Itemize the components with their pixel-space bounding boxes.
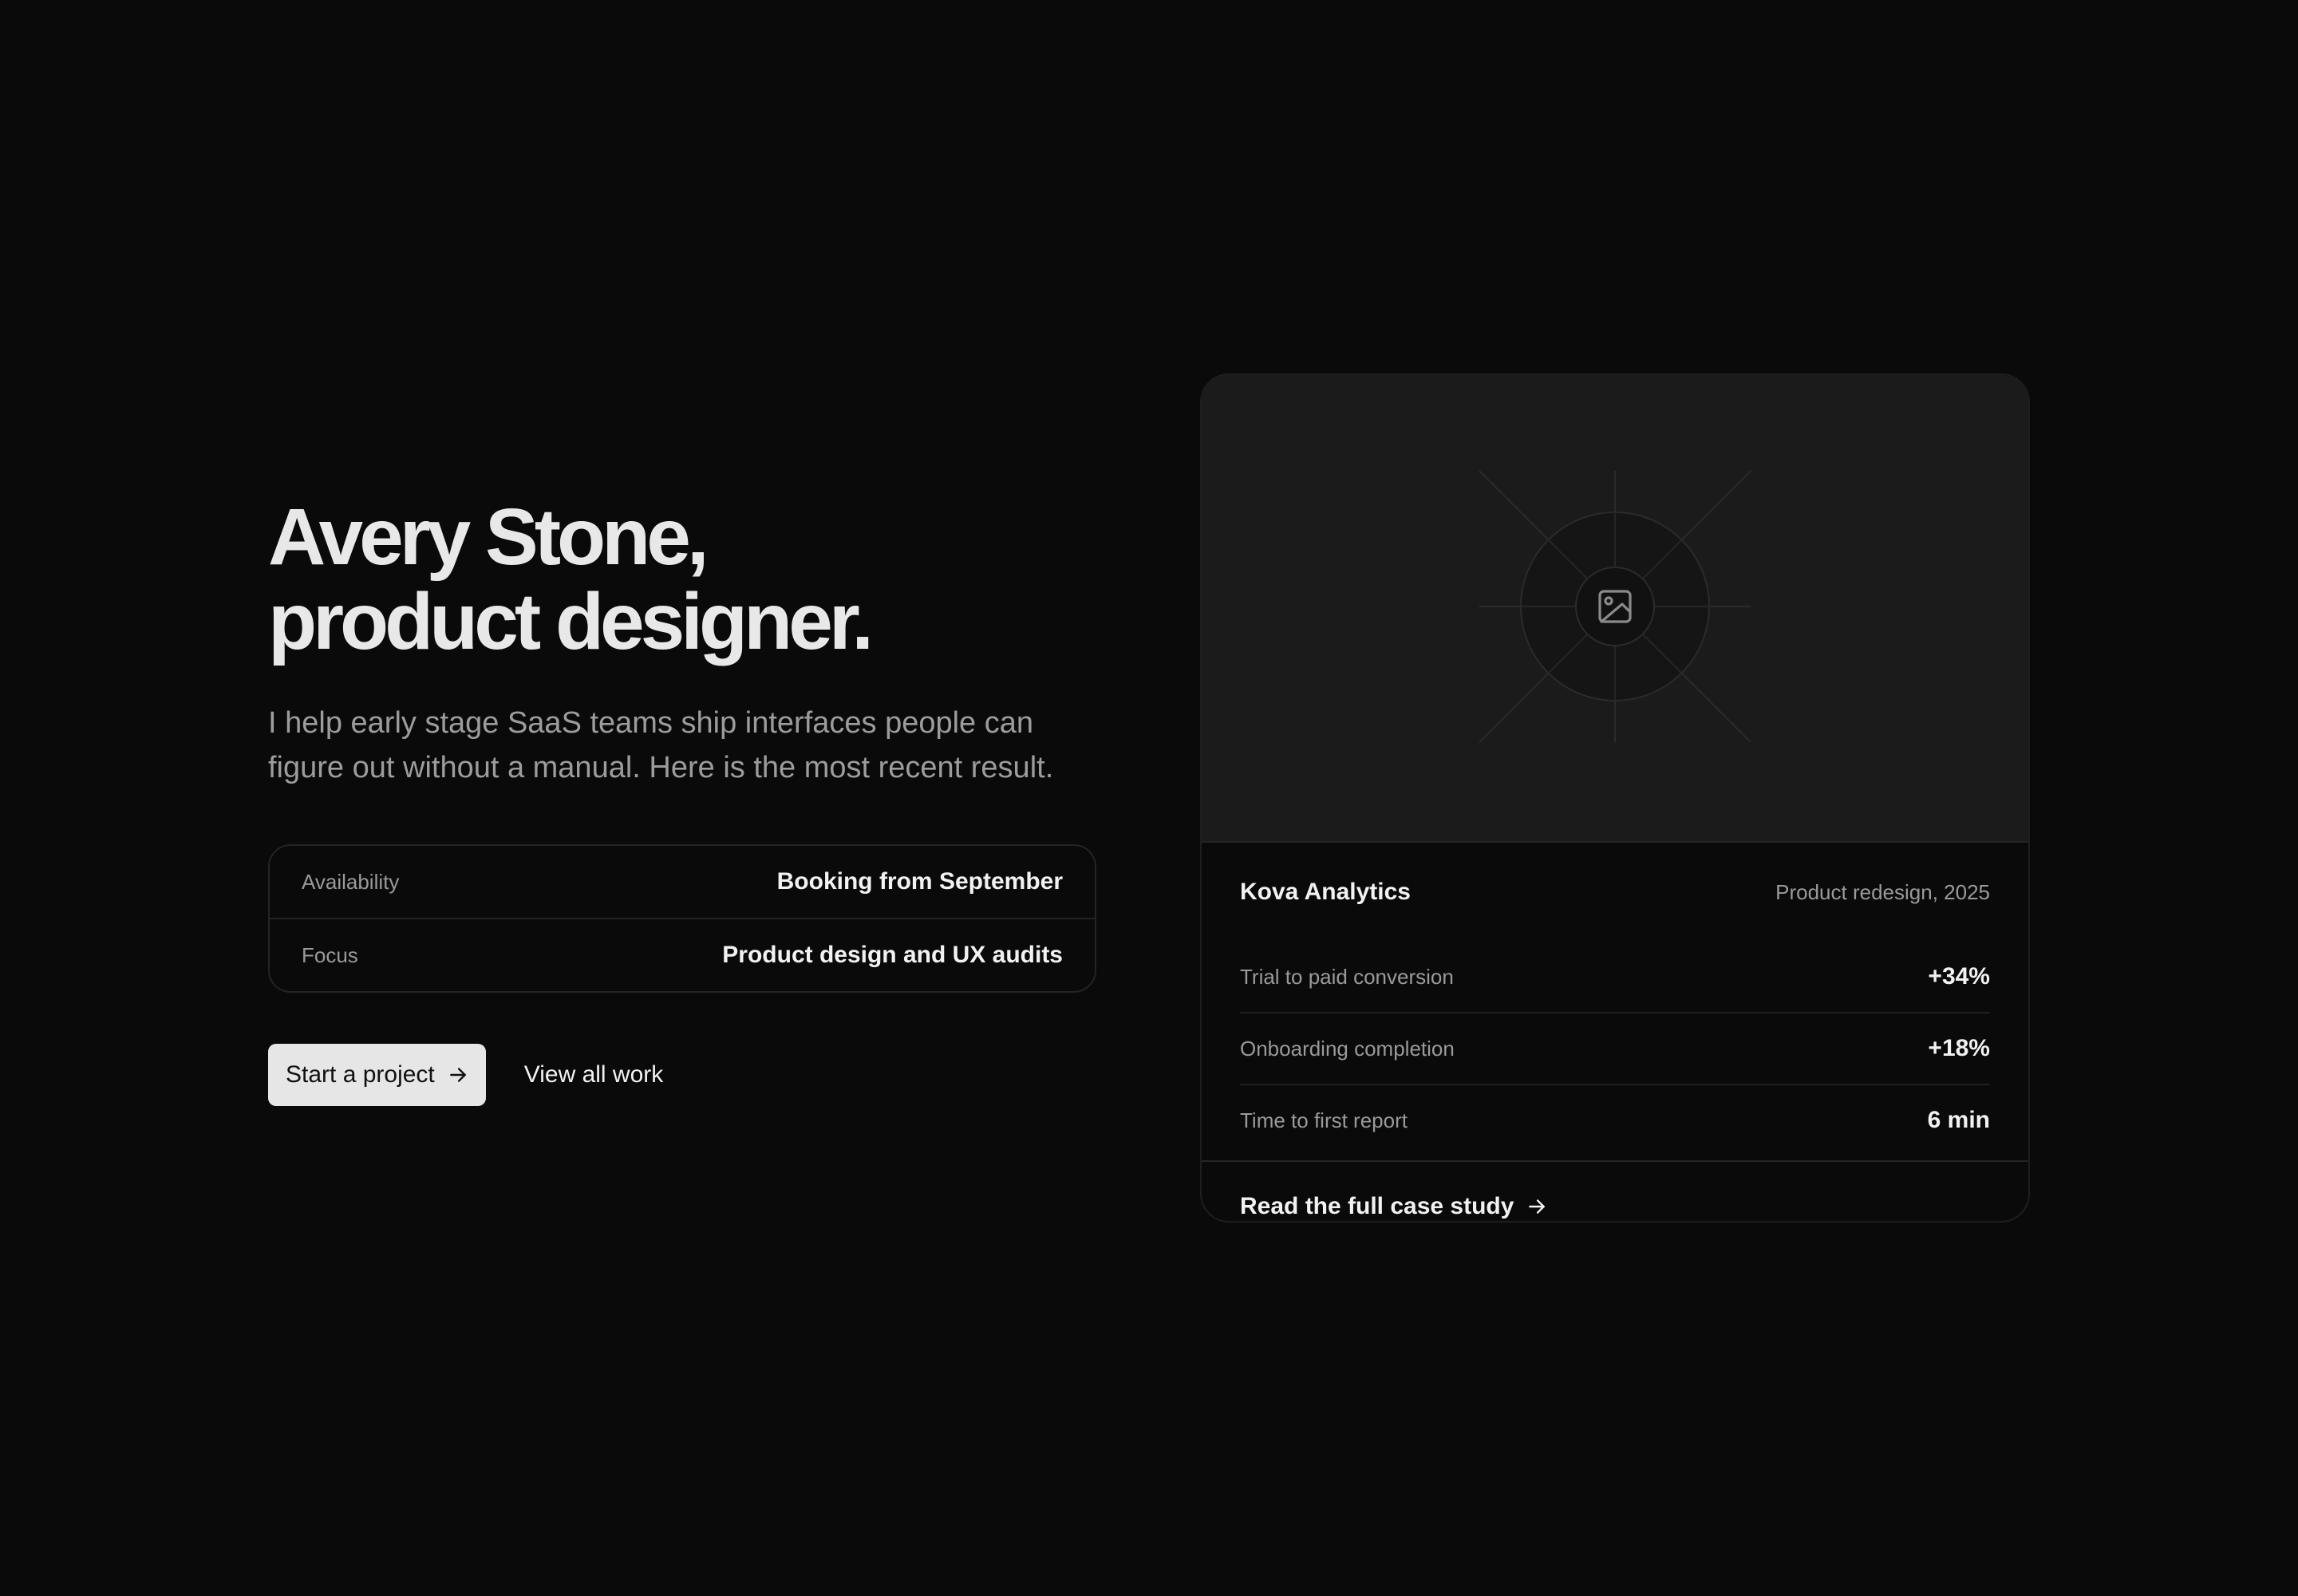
read-case-study-link[interactable]: Read the full case study — [1240, 1193, 1547, 1220]
metric-label: Trial to paid conversion — [1240, 964, 1454, 989]
metric-row: Trial to paid conversion +34% — [1240, 942, 1990, 1012]
fact-row-availability: Availability Booking from September — [270, 846, 1095, 918]
title-line-1: Avery Stone, — [268, 492, 709, 582]
page-title: Avery Stone, product designer. — [268, 495, 1098, 664]
hero-actions: Start a project View all work — [268, 1044, 1098, 1106]
case-study-details: Kova Analytics Product redesign, 2025 Tr… — [1202, 843, 2028, 1156]
title-line-2: product designer. — [268, 577, 874, 666]
arrow-right-icon — [448, 1065, 468, 1085]
case-study-header: Kova Analytics Product redesign, 2025 — [1240, 843, 1990, 942]
metric-row: Time to first report 6 min — [1240, 1084, 1990, 1156]
case-study-image-placeholder — [1202, 375, 2028, 843]
fact-value: Booking from September — [776, 868, 1063, 895]
project-meta: Product redesign, 2025 — [1775, 879, 1990, 904]
view-all-work-link[interactable]: View all work — [524, 1061, 664, 1088]
facts-table: Availability Booking from September Focu… — [268, 844, 1096, 993]
metric-value: +34% — [1928, 963, 1990, 990]
case-study-footer: Read the full case study — [1202, 1160, 2028, 1221]
arrow-right-icon — [1526, 1196, 1547, 1217]
placeholder-graphic — [1479, 470, 1751, 743]
start-project-button[interactable]: Start a project — [268, 1044, 486, 1106]
hero-section: Avery Stone, product designer. I help ea… — [268, 495, 1098, 1106]
metric-value: +18% — [1928, 1035, 1990, 1061]
fact-label: Focus — [302, 942, 358, 967]
metric-value: 6 min — [1927, 1107, 1990, 1133]
intro-text: I help early stage SaaS teams ship inter… — [268, 706, 1054, 784]
metric-row: Onboarding completion +18% — [1240, 1012, 1990, 1084]
read-case-study-label: Read the full case study — [1240, 1193, 1514, 1219]
case-study-card: Kova Analytics Product redesign, 2025 Tr… — [1200, 373, 2030, 1223]
client-name: Kova Analytics — [1240, 879, 1411, 905]
metric-label: Onboarding completion — [1240, 1036, 1455, 1061]
start-project-label: Start a project — [286, 1061, 435, 1088]
fact-row-focus: Focus Product design and UX audits — [270, 918, 1095, 991]
fact-label: Availability — [302, 869, 400, 894]
metric-label: Time to first report — [1240, 1108, 1408, 1132]
fact-value: Product design and UX audits — [722, 942, 1063, 968]
